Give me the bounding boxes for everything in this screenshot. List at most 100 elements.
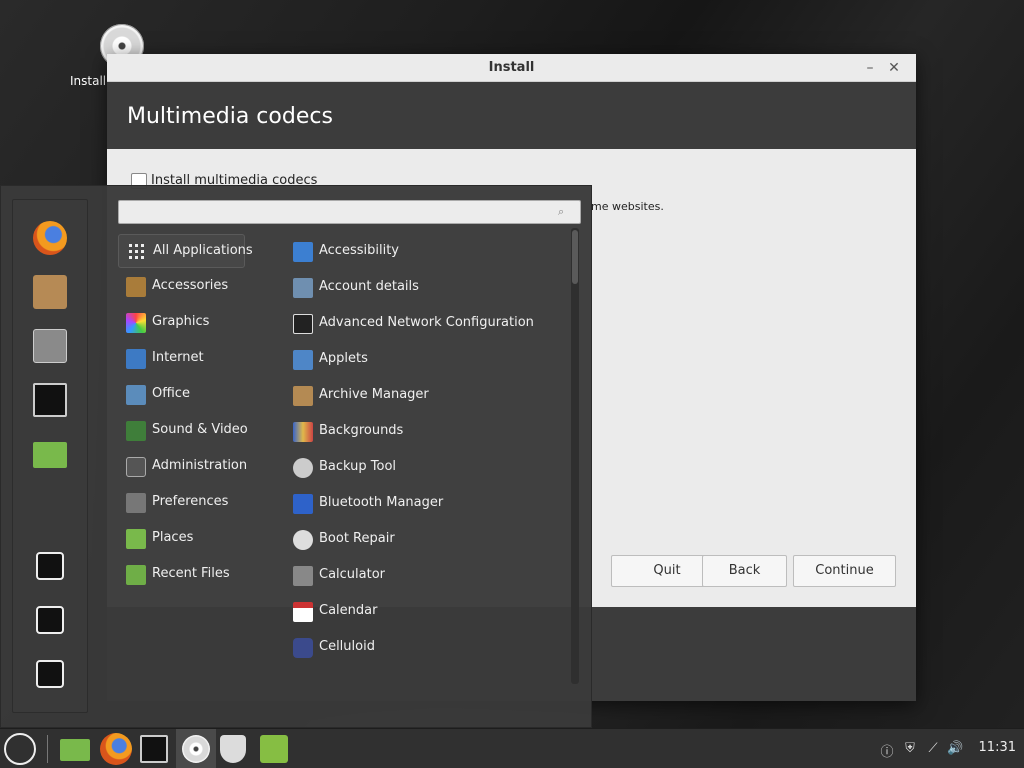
category-internet[interactable]: Internet (118, 342, 245, 376)
category-administration[interactable]: Administration (118, 450, 248, 484)
office-icon (126, 385, 146, 405)
app-item-archive-manager[interactable]: Archive Manager (291, 382, 561, 410)
codecs-description: me websites. (591, 200, 664, 213)
disc-glyph (182, 735, 210, 763)
recent-files-icon (126, 565, 146, 585)
app-item-account-details[interactable]: Account details (291, 274, 561, 302)
app-item-boot-repair[interactable]: Boot Repair (291, 526, 561, 554)
internet-icon (126, 349, 146, 369)
app-label: Backgrounds (319, 423, 404, 438)
applets-icon (293, 350, 313, 370)
app-label: Backup Tool (319, 459, 397, 474)
firefox-icon[interactable] (33, 221, 67, 255)
app-label: Archive Manager (319, 387, 429, 402)
category-label: Preferences (152, 494, 229, 509)
desktop-icon-label[interactable]: Install (70, 74, 106, 88)
page-header: Multimedia codecs (107, 82, 916, 149)
clock[interactable]: 11:31 (979, 740, 1016, 755)
category-recent-files[interactable]: Recent Files (118, 558, 245, 592)
firefox-icon[interactable] (100, 733, 132, 765)
search-icon: ⌕ (558, 205, 565, 218)
application-menu: ⌕ All Applications Accessories Graphics … (0, 185, 592, 728)
terminal-icon[interactable] (140, 735, 168, 763)
app-label: Bluetooth Manager (319, 495, 444, 510)
category-office[interactable]: Office (118, 378, 245, 412)
install-disc-icon[interactable] (176, 729, 216, 768)
continue-button[interactable]: Continue (793, 555, 896, 587)
search-input[interactable]: ⌕ (118, 200, 581, 224)
category-all-applications[interactable]: All Applications (118, 234, 253, 268)
account-icon (293, 278, 313, 298)
app-item-calendar[interactable]: Calendar (291, 598, 561, 626)
app-item-backgrounds[interactable]: Backgrounds (291, 418, 561, 446)
app-item-network-config[interactable]: Advanced Network Configuration (291, 310, 561, 338)
grid-icon (127, 242, 147, 262)
app-label: Accessibility (319, 243, 399, 258)
category-places[interactable]: Places (118, 522, 245, 556)
app-item-accessibility[interactable]: Accessibility (291, 238, 561, 266)
archive-icon (293, 386, 313, 406)
category-label: Places (152, 530, 194, 545)
page-title: Multimedia codecs (127, 104, 333, 129)
app-label: Celluloid (319, 639, 375, 654)
category-label: Administration (152, 458, 248, 473)
category-graphics[interactable]: Graphics (118, 306, 245, 340)
lock-screen-icon[interactable] (36, 552, 64, 580)
app-label: Advanced Network Configuration (319, 315, 534, 330)
files-folder-icon[interactable] (60, 739, 90, 761)
places-folder-icon (126, 529, 146, 549)
close-icon[interactable]: ✕ (884, 58, 904, 78)
menu-button-mint-icon[interactable] (4, 733, 36, 765)
calendar-icon (293, 602, 313, 622)
category-preferences[interactable]: Preferences (118, 486, 245, 520)
logout-icon[interactable] (36, 606, 64, 634)
app-label: Applets (319, 351, 368, 366)
backup-icon (293, 458, 313, 478)
panel-separator (47, 735, 48, 763)
app-item-celluloid[interactable]: Celluloid (291, 634, 561, 662)
volume-icon[interactable]: 🔊 (947, 741, 963, 757)
bluetooth-icon (293, 494, 313, 514)
calculator-icon (293, 566, 313, 586)
accessibility-icon (293, 242, 313, 262)
category-accessories[interactable]: Accessories (118, 270, 245, 304)
shield-tray-icon[interactable]: ⛨ (902, 741, 918, 757)
window-title: Install (488, 60, 535, 75)
mint-update-icon[interactable] (260, 735, 288, 763)
category-label: Graphics (152, 314, 210, 329)
category-label: Accessories (152, 278, 229, 293)
category-label: Office (152, 386, 190, 401)
power-icon[interactable] (36, 660, 64, 688)
window-titlebar[interactable]: Install – ✕ (107, 54, 916, 82)
shield-icon[interactable] (220, 735, 246, 763)
software-manager-icon[interactable] (33, 275, 67, 309)
favorites-bar (12, 199, 88, 713)
sound-video-icon (126, 421, 146, 441)
category-label: Sound & Video (152, 422, 248, 437)
app-item-bluetooth-manager[interactable]: Bluetooth Manager (291, 490, 561, 518)
category-label: All Applications (153, 243, 253, 258)
category-label: Recent Files (152, 566, 230, 581)
taskbar-panel: ⓘ ⛨ ⟋ 🔊 11:31 (0, 728, 1024, 768)
settings-icon[interactable] (33, 329, 67, 363)
app-label: Account details (319, 279, 419, 294)
apps-scrollbar[interactable] (571, 228, 579, 684)
scrollbar-thumb[interactable] (572, 230, 578, 284)
terminal-icon[interactable] (33, 383, 67, 417)
administration-icon (126, 457, 146, 477)
network-icon[interactable]: ⟋ (925, 741, 941, 757)
boot-repair-icon (293, 530, 313, 550)
app-item-backup-tool[interactable]: Backup Tool (291, 454, 561, 482)
app-label: Calendar (319, 603, 378, 618)
celluloid-icon (293, 638, 313, 658)
files-folder-icon[interactable] (33, 442, 67, 468)
minimize-icon[interactable]: – (860, 58, 880, 78)
category-sound-video[interactable]: Sound & Video (118, 414, 248, 448)
back-button[interactable]: Back (702, 555, 787, 587)
accessories-icon (126, 277, 146, 297)
app-item-applets[interactable]: Applets (291, 346, 561, 374)
network-config-icon (293, 314, 313, 334)
app-item-calculator[interactable]: Calculator (291, 562, 561, 590)
category-label: Internet (152, 350, 204, 365)
info-icon[interactable]: ⓘ (879, 741, 895, 760)
